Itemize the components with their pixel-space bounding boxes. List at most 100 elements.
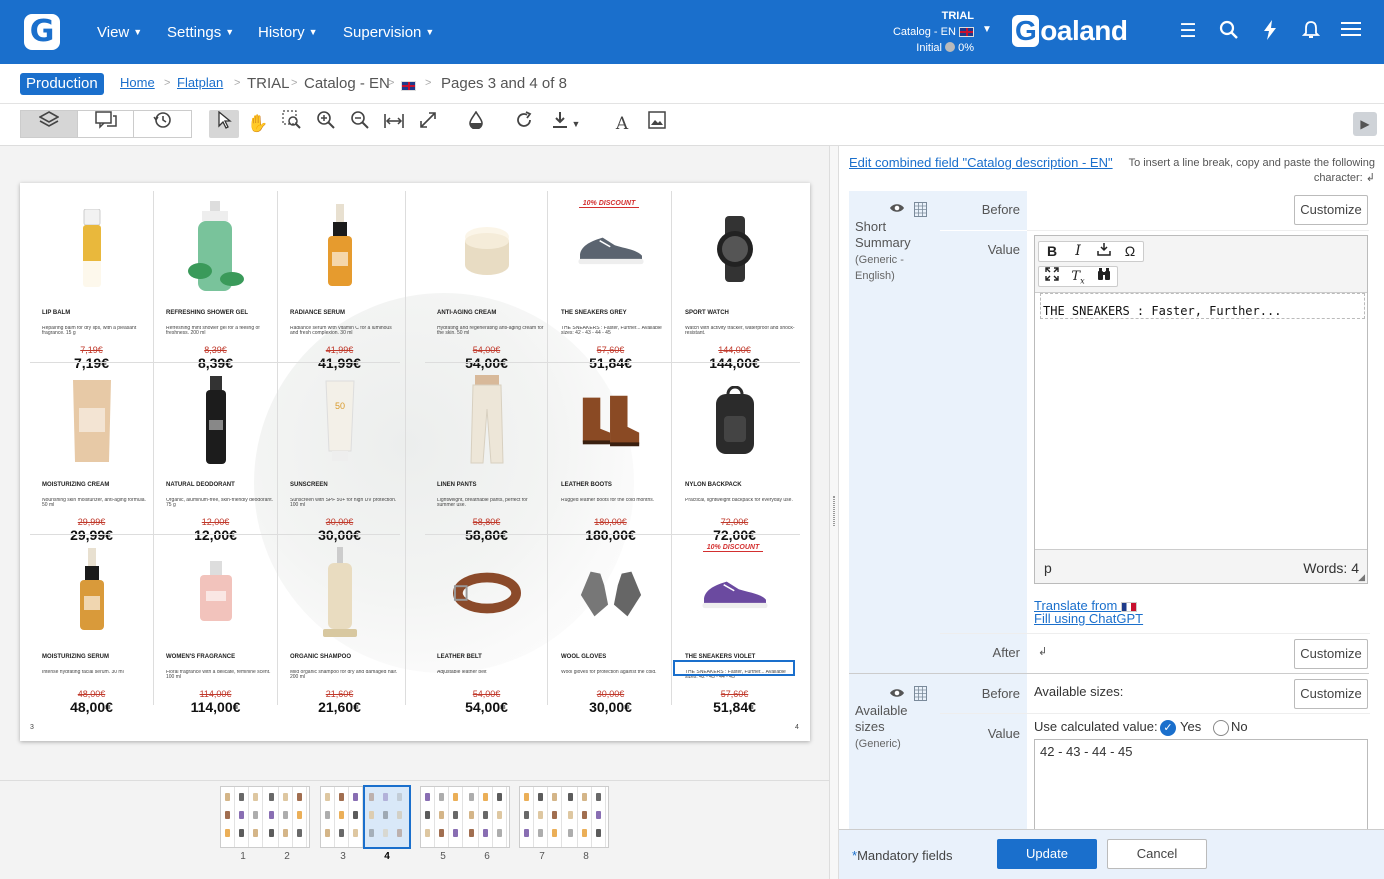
page-thumbnail[interactable] xyxy=(520,787,564,847)
zoom-out-icon[interactable] xyxy=(345,110,375,138)
thumbnail-pair[interactable] xyxy=(320,785,411,849)
update-button[interactable]: Update xyxy=(997,839,1097,869)
italic-icon[interactable]: I xyxy=(1065,242,1091,261)
insert-icon[interactable] xyxy=(1091,242,1117,261)
menu-view[interactable]: View ▼ xyxy=(97,24,142,41)
edit-combined-field-link[interactable]: Edit combined field "Catalog description… xyxy=(849,155,1113,170)
maximize-icon[interactable] xyxy=(1039,267,1065,286)
chevron-down-icon[interactable]: ▼ xyxy=(568,110,584,138)
customize-before-button[interactable]: Customize xyxy=(1294,195,1368,225)
comments-icon[interactable] xyxy=(78,111,135,137)
menu-supervision[interactable]: Supervision ▼ xyxy=(343,24,434,41)
list-icon[interactable]: ☰ xyxy=(1176,20,1200,44)
page-thumbnail[interactable] xyxy=(564,787,608,847)
product-cell[interactable]: 10% DISCOUNT THE SNEAKERS VIOLET THE SNEAK… xyxy=(673,535,796,715)
zoom-in-icon[interactable] xyxy=(311,110,341,138)
radio-no[interactable] xyxy=(1213,720,1229,736)
page-thumbnail[interactable] xyxy=(321,787,365,847)
page-thumbnail[interactable] xyxy=(421,787,465,847)
hamburger-menu-icon[interactable] xyxy=(1339,20,1363,44)
find-replace-icon[interactable] xyxy=(1091,267,1117,286)
page-thumbnail[interactable] xyxy=(221,787,265,847)
zoom-area-icon[interactable] xyxy=(277,110,307,138)
fill-chatgpt-link[interactable]: Fill using ChatGPT xyxy=(1034,611,1143,626)
old-price: 54,00€ xyxy=(472,689,501,699)
product-cell[interactable]: REFRESHING SHOWER GEL Refreshing mint sho… xyxy=(154,191,277,371)
fullscreen-icon[interactable] xyxy=(413,110,443,138)
menu-history[interactable]: History ▼ xyxy=(258,24,318,41)
page-thumbnail[interactable] xyxy=(465,787,509,847)
breadcrumb-home[interactable]: Home xyxy=(120,75,155,90)
layers-icon[interactable] xyxy=(21,111,78,137)
cancel-button[interactable]: Cancel xyxy=(1107,839,1207,869)
collapse-panel-button[interactable]: ▶ xyxy=(1353,112,1377,136)
thumbnail-pair[interactable] xyxy=(420,786,510,848)
eye-icon[interactable] xyxy=(889,202,905,217)
eye-icon[interactable] xyxy=(889,687,905,702)
pointer-tool-icon[interactable] xyxy=(209,110,239,138)
selected-text-frame[interactable] xyxy=(673,660,795,676)
before-value[interactable]: Available sizes: xyxy=(1034,684,1123,699)
page-thumbnail[interactable] xyxy=(265,787,309,847)
chevron-down-icon[interactable]: ▼ xyxy=(982,24,992,35)
editor-content[interactable]: THE SNEAKERS : Faster, Further... xyxy=(1040,293,1365,319)
product-cell[interactable]: LEATHER BOOTS Rugged leather boots for th… xyxy=(549,363,672,543)
product-cell[interactable]: MOISTURIZING SERUM Intense hydrating faci… xyxy=(30,535,153,715)
spread-page[interactable]: LIP BALM Repairing balm for dry lips, wit… xyxy=(20,183,810,741)
production-badge[interactable]: Production xyxy=(20,73,104,95)
color-drop-icon[interactable] xyxy=(461,110,491,138)
bold-icon[interactable]: B xyxy=(1039,242,1065,261)
lightning-icon[interactable] xyxy=(1258,20,1282,44)
table-icon[interactable] xyxy=(914,686,927,704)
product-name: WOOL GLOVES xyxy=(561,654,607,660)
available-sizes-textarea[interactable]: 42 - 43 - 44 - 45 xyxy=(1034,739,1368,831)
product-cell[interactable]: WOOL GLOVES Wool gloves for protection ag… xyxy=(549,535,672,715)
product-cell[interactable]: SPORT WATCH Watch with activity tracker, … xyxy=(673,191,796,371)
history-icon[interactable] xyxy=(134,111,191,137)
after-value[interactable]: ↲ xyxy=(1038,645,1047,658)
product-cell[interactable]: ANTI-AGING CREAM Hydrating and regenerati… xyxy=(425,191,548,371)
table-icon[interactable] xyxy=(914,202,927,220)
refresh-icon[interactable] xyxy=(509,110,539,138)
product-cell[interactable]: ORGANIC SHAMPOO Mild organic shampoo for … xyxy=(278,535,401,715)
product-cell[interactable]: 50 SUNSCREEN Sunscreen with SPF 50+ for hi… xyxy=(278,363,401,543)
customize-after-button[interactable]: Customize xyxy=(1294,639,1368,669)
image-tool-icon[interactable] xyxy=(642,110,672,138)
app-logo[interactable]: G xyxy=(24,14,60,50)
fit-width-icon[interactable] xyxy=(379,110,409,138)
special-character-icon[interactable]: Ω xyxy=(1117,242,1143,261)
document-status[interactable]: TRIAL Catalog - EN Initial 0% xyxy=(870,8,974,56)
product-cell[interactable]: LIP BALM Repairing balm for dry lips, wit… xyxy=(30,191,153,371)
rich-text-editor[interactable]: B I Ω Tx THE SNEAKERS : Faster, Further.… xyxy=(1034,235,1368,584)
product-cell[interactable]: LINEN PANTS Lightweight, breathable pants… xyxy=(425,363,548,543)
breadcrumb-flatplan[interactable]: Flatplan xyxy=(177,75,223,90)
product-cell[interactable]: NYLON BACKPACK Practical, lightweight bac… xyxy=(673,363,796,543)
remove-format-icon[interactable]: Tx xyxy=(1065,267,1091,286)
hand-tool-icon[interactable]: ✋ xyxy=(243,110,273,138)
product-cell[interactable]: WOMEN'S FRAGRANCE Floral fragrance with a… xyxy=(154,535,277,715)
search-icon[interactable] xyxy=(1217,20,1241,44)
product-cell[interactable]: LEATHER BELT Adjustable leather belt 54,00… xyxy=(425,535,548,715)
panel-splitter[interactable] xyxy=(829,146,839,879)
text-tool-icon[interactable]: A xyxy=(607,110,637,138)
radio-yes[interactable]: ✓ xyxy=(1160,720,1176,736)
breadcrumb-separator: > xyxy=(425,77,432,89)
product-cell[interactable]: 10% DISCOUNT THE SNEAKERS GREY THE SNEAKER… xyxy=(549,191,672,371)
product-cell[interactable]: NATURAL DEODORANT Organic, aluminum-free,… xyxy=(154,363,277,543)
product-cell[interactable]: MOISTURIZING CREAM Nourishing skin moistu… xyxy=(30,363,153,543)
page-thumbnail[interactable] xyxy=(363,785,411,849)
editor-tools-group: Tx xyxy=(1038,266,1118,287)
splitter-grip-icon xyxy=(833,496,835,526)
radio-yes-label[interactable]: Yes xyxy=(1180,719,1201,734)
element-path[interactable]: p xyxy=(1044,560,1052,576)
breadcrumb-trial: TRIAL xyxy=(247,75,290,92)
thumbnail-pair[interactable] xyxy=(519,786,609,848)
menu-settings[interactable]: Settings ▼ xyxy=(167,24,234,41)
resize-handle-icon[interactable]: ◢ xyxy=(1358,572,1365,583)
product-cell[interactable]: RADIANCE SERUM Radiance serum with vitami… xyxy=(278,191,401,371)
customize-before-button[interactable]: Customize xyxy=(1294,679,1368,709)
bell-icon[interactable] xyxy=(1299,20,1323,44)
radio-no-label[interactable]: No xyxy=(1231,719,1248,734)
thumbnail-pair[interactable] xyxy=(220,786,310,848)
view-mode-group xyxy=(20,110,192,138)
